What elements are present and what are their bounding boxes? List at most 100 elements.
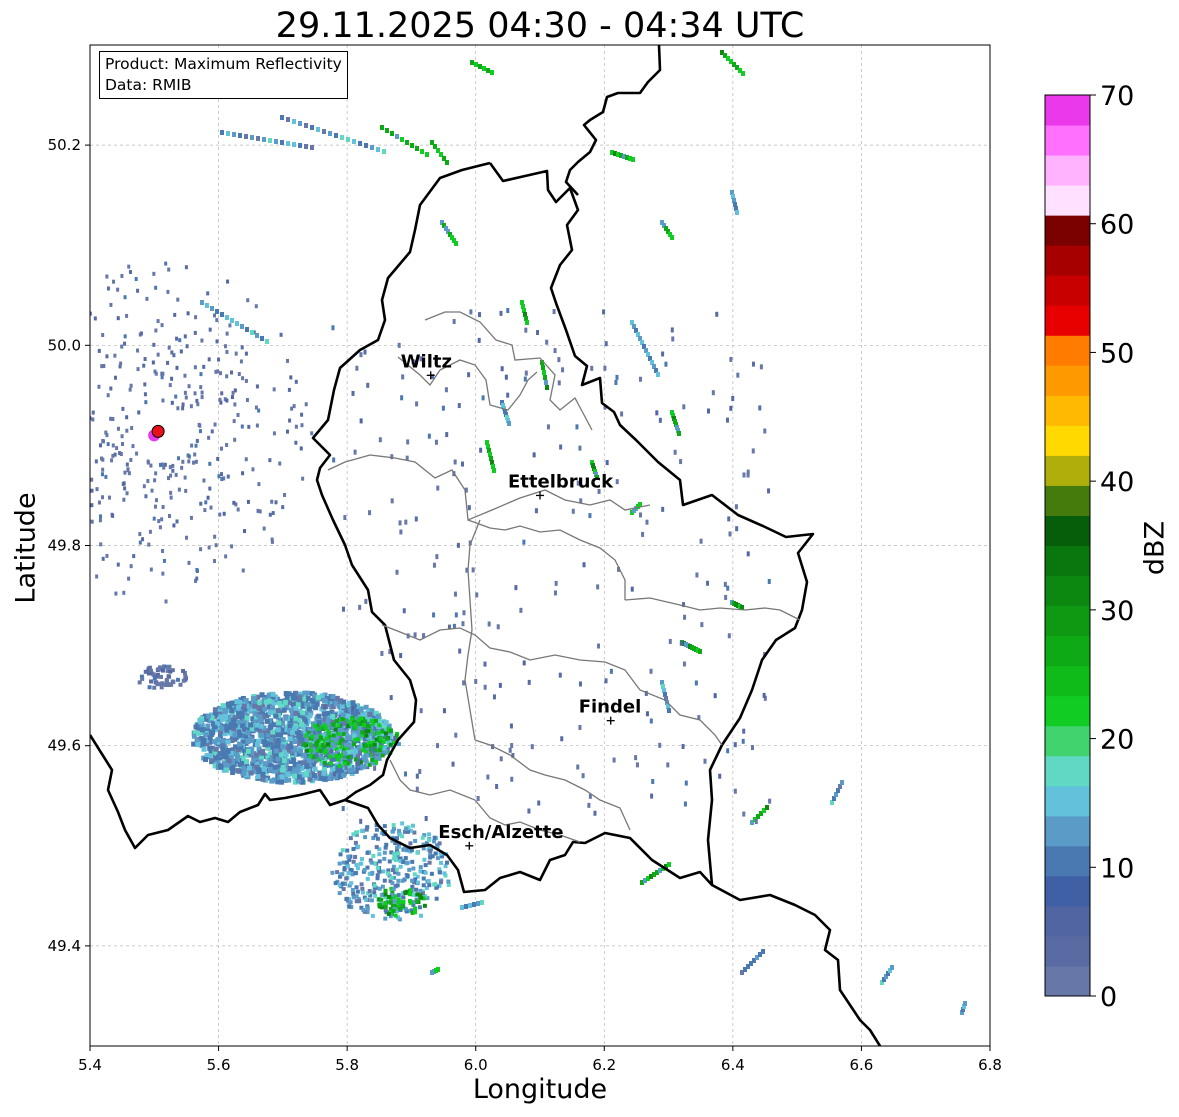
echo-pixel — [116, 287, 120, 292]
echo-pixel — [486, 68, 490, 73]
echo-pixel — [423, 863, 428, 868]
echo-pixel — [337, 891, 342, 896]
echo-pixel — [576, 764, 580, 770]
echo-pixel — [355, 889, 360, 894]
echo-pixel — [330, 870, 335, 875]
echo-pixel — [442, 871, 447, 876]
echo-pixel — [168, 465, 172, 470]
echo-pixel — [655, 410, 659, 416]
echo-pixel — [470, 60, 474, 65]
echo-pixel — [374, 845, 379, 850]
city-label: Esch/Alzette — [438, 822, 563, 843]
echo-pixel — [244, 378, 248, 383]
echo-pixel — [143, 669, 148, 674]
echo-pixel — [214, 755, 220, 761]
echo-pixel — [358, 861, 363, 866]
echo-pixel — [727, 633, 731, 639]
echo-pixel — [168, 669, 173, 674]
echo-pixel — [91, 417, 95, 422]
echo-pixel — [286, 777, 292, 783]
echo-pixel — [302, 742, 307, 747]
echo-pixel — [432, 562, 436, 568]
echo-pixel — [304, 402, 308, 407]
echo-pixel — [174, 472, 178, 477]
echo-pixel — [419, 708, 423, 714]
echo-pixel — [439, 860, 444, 865]
echo-pixel — [375, 866, 380, 871]
echo-pixel — [7, 414, 10, 418]
echo-pixel — [474, 62, 478, 67]
echo-pixel — [380, 753, 385, 758]
echo-pixel — [378, 744, 383, 749]
echo-pixel — [679, 640, 683, 646]
echo-pixel — [427, 433, 431, 439]
echo-pixel — [175, 677, 180, 682]
echo-pixel — [387, 859, 392, 864]
echo-pixel — [751, 361, 755, 367]
echo-pixel — [290, 692, 296, 698]
echo-pixel — [335, 870, 340, 875]
echo-pixel — [486, 774, 490, 780]
echo-pixel — [199, 727, 205, 733]
echo-pixel — [366, 382, 370, 388]
echo-pixel — [101, 438, 105, 443]
echo-pixel — [527, 679, 531, 685]
echo-pixel — [359, 352, 363, 358]
echo-pixel — [234, 754, 240, 760]
echo-pixel — [328, 131, 332, 136]
echo-pixel — [268, 138, 272, 143]
echo-pixel — [410, 884, 415, 889]
echo-pixel — [318, 748, 323, 753]
echo-pixel — [348, 767, 354, 773]
echo-pixel — [482, 66, 486, 71]
colorbar-segment — [1045, 575, 1090, 607]
echo-pixel — [272, 387, 276, 392]
echo-pixel — [254, 722, 260, 728]
echo-pixel — [270, 691, 276, 697]
echo-pixel — [280, 744, 286, 750]
echo-pixel — [262, 137, 266, 142]
echo-pixel — [29, 383, 32, 387]
echo-pixel — [377, 748, 382, 753]
echo-pixel — [353, 871, 358, 876]
echo-pixel — [176, 406, 180, 411]
echo-pixel — [206, 291, 210, 296]
echo-pixel — [247, 424, 251, 429]
echo-pixel — [218, 714, 224, 720]
echo-pixel — [64, 507, 67, 511]
echo-pixel — [388, 900, 393, 905]
echo-pixel — [236, 412, 240, 417]
colorbar-segment — [1045, 125, 1090, 156]
echo-pixel — [321, 770, 327, 776]
echo-pixel — [412, 830, 417, 835]
echo-pixel — [414, 516, 418, 522]
echo-pixel — [206, 495, 210, 500]
echo-pixel — [314, 742, 319, 747]
echo-pixel — [364, 733, 369, 738]
echo-pixel — [62, 298, 65, 302]
echo-pixel — [361, 908, 366, 913]
echo-pixel — [532, 452, 536, 458]
echo-pixel — [156, 352, 160, 357]
echo-pixel — [318, 735, 323, 740]
echo-pixel — [471, 567, 475, 573]
echo-pixel — [116, 562, 120, 567]
echo-pixel — [590, 365, 594, 371]
echo-pixel — [100, 495, 104, 500]
echo-pixel — [237, 741, 243, 747]
echo-pixel — [321, 711, 327, 717]
echo-pixel — [641, 531, 645, 537]
echo-pixel — [235, 768, 241, 774]
echo-pixel — [390, 454, 394, 460]
echo-pixel — [464, 904, 468, 909]
echo-pixel — [240, 345, 244, 350]
echo-pixel — [85, 282, 88, 286]
echo-pixel — [400, 878, 405, 883]
echo-pixel — [269, 778, 275, 784]
echo-pixel — [344, 896, 349, 901]
echo-pixel — [194, 443, 198, 448]
echo-pixel — [487, 621, 491, 627]
echo-pixel — [729, 405, 733, 411]
echo-pixel — [368, 510, 372, 516]
echo-pixel — [383, 904, 388, 909]
